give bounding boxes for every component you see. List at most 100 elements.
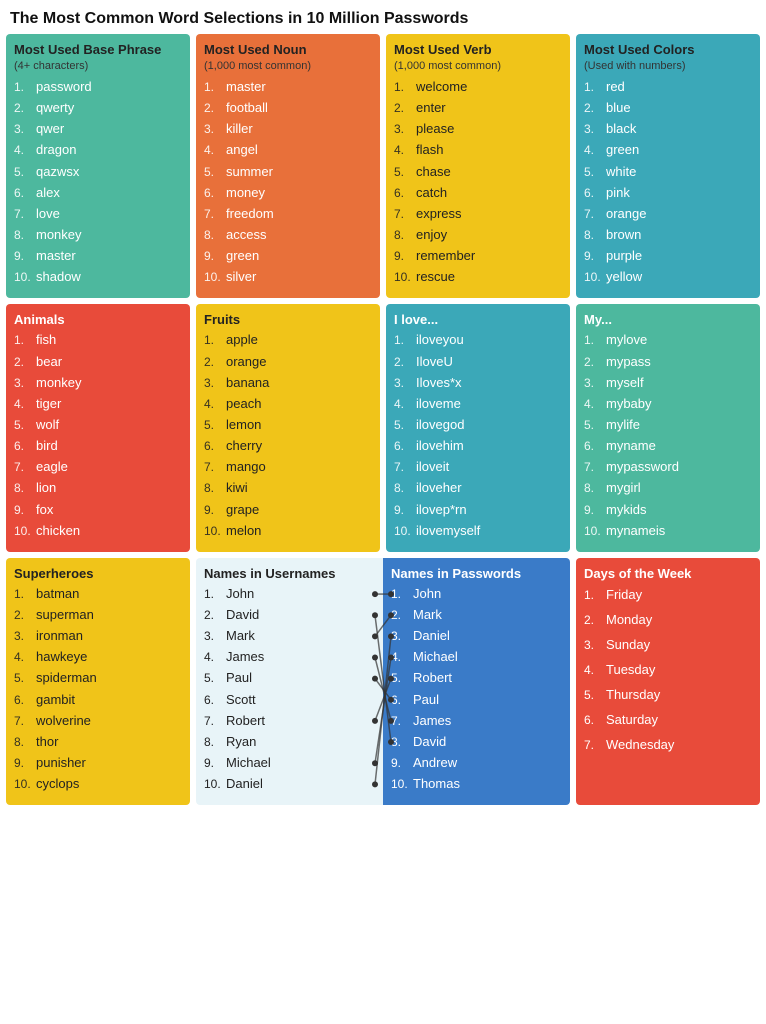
list-item-number: 4.: [584, 395, 606, 414]
list-item-word: bird: [36, 436, 58, 456]
list-item-number: 6.: [14, 437, 36, 456]
list-item-word: love: [36, 204, 60, 224]
list-item: 6.bird: [14, 436, 182, 456]
list-item-number: 5.: [204, 416, 226, 435]
fruits-title: Fruits: [204, 312, 372, 327]
list-item: 4.hawkeye: [14, 647, 182, 667]
list-item-number: 6.: [394, 437, 416, 456]
list-item-word: password: [36, 77, 92, 97]
list-item-word: mypass: [606, 352, 651, 372]
list-item: 3.Daniel: [391, 626, 562, 646]
list-item-word: dragon: [36, 140, 76, 160]
list-item-number: 1.: [14, 585, 36, 604]
list-item-number: 10.: [204, 268, 226, 287]
days-section: Days of the Week 1.Friday2.Monday3.Sunda…: [576, 558, 760, 805]
list-item: 7.mango: [204, 457, 372, 477]
list-item-number: 10.: [584, 268, 606, 287]
list-item-number: 7.: [584, 458, 606, 477]
list-item: 8.mygirl: [584, 478, 752, 498]
list-item: 2.Monday: [584, 609, 752, 631]
list-item: 7.Robert: [204, 711, 375, 731]
list-item: 10.silver: [204, 267, 372, 287]
list-item: 3.please: [394, 119, 562, 139]
list-item-word: iloveme: [416, 394, 461, 414]
animals-title: Animals: [14, 312, 182, 327]
list-item-word: mygirl: [606, 478, 641, 498]
list-item: 5.lemon: [204, 415, 372, 435]
list-item-number: 3.: [14, 374, 36, 393]
list-item-word: mylove: [606, 330, 647, 350]
list-item: 6.myname: [584, 436, 752, 456]
list-item: 2.qwerty: [14, 98, 182, 118]
superheroes-list: 1.batman2.superman3.ironman4.hawkeye5.sp…: [14, 584, 182, 794]
list-item: 5.Paul: [204, 668, 375, 688]
list-item: 5.Robert: [391, 668, 562, 688]
list-item: 7.express: [394, 204, 562, 224]
names-usernames-title: Names in Usernames: [204, 566, 375, 581]
list-item-word: thor: [36, 732, 58, 752]
list-item-number: 5.: [14, 669, 36, 688]
list-item-number: 6.: [14, 184, 36, 203]
list-item-number: 2.: [204, 99, 226, 118]
list-item-word: freedom: [226, 204, 274, 224]
list-item: 1.apple: [204, 330, 372, 350]
list-item-number: 9.: [394, 501, 416, 520]
list-item-word: catch: [416, 183, 447, 203]
list-item-number: 6.: [584, 437, 606, 456]
list-item: 7.freedom: [204, 204, 372, 224]
colors-section: Most Used Colors (Used with numbers) 1.r…: [576, 34, 760, 298]
list-item-number: 1.: [14, 331, 36, 350]
list-item-word: mylife: [606, 415, 640, 435]
list-item: 6.Scott: [204, 690, 375, 710]
noun-subtitle: (1,000 most common): [204, 60, 372, 72]
list-item-word: myself: [606, 373, 644, 393]
list-item: 6.Saturday: [584, 709, 752, 731]
list-item-word: cyclops: [36, 774, 79, 794]
list-item: 7.iloveit: [394, 457, 562, 477]
list-item-number: 6.: [584, 184, 606, 203]
list-item-word: hawkeye: [36, 647, 87, 667]
list-item-word: access: [226, 225, 266, 245]
list-item: 7.mypassword: [584, 457, 752, 477]
list-item: 2.David: [204, 605, 375, 625]
list-item: 1.mylove: [584, 330, 752, 350]
list-item: 5.Thursday: [584, 684, 752, 706]
list-item-word: white: [606, 162, 636, 182]
list-item-number: 1.: [14, 78, 36, 97]
list-item-number: 9.: [584, 247, 606, 266]
list-item: 7.eagle: [14, 457, 182, 477]
list-item: 6.catch: [394, 183, 562, 203]
list-item-number: 1.: [204, 331, 226, 350]
list-item-word: please: [416, 119, 454, 139]
list-item-word: red: [606, 77, 625, 97]
list-item: 5.ilovegod: [394, 415, 562, 435]
ilove-list: 1.iloveyou2.IloveU3.Iloves*x4.iloveme5.i…: [394, 330, 562, 540]
list-item: 3.monkey: [14, 373, 182, 393]
list-item-word: flash: [416, 140, 443, 160]
list-item-word: IloveU: [416, 352, 453, 372]
list-item: 5.white: [584, 162, 752, 182]
list-item-word: chicken: [36, 521, 80, 541]
list-item: 2.football: [204, 98, 372, 118]
list-item-word: superman: [36, 605, 94, 625]
list-item-word: green: [606, 140, 639, 160]
list-item: 1.John: [391, 584, 562, 604]
verb-section: Most Used Verb (1,000 most common) 1.wel…: [386, 34, 570, 298]
list-item: 5.mylife: [584, 415, 752, 435]
list-item-word: banana: [226, 373, 269, 393]
list-item-number: 10.: [394, 522, 416, 541]
list-item-number: 5.: [394, 416, 416, 435]
list-item-word: blue: [606, 98, 631, 118]
list-item: 4.peach: [204, 394, 372, 414]
list-item: 4.flash: [394, 140, 562, 160]
list-item-word: brown: [606, 225, 641, 245]
list-item-word: fish: [36, 330, 56, 350]
list-item-word: eagle: [36, 457, 68, 477]
list-item-number: 7.: [14, 205, 36, 224]
list-item-number: 6.: [204, 437, 226, 456]
list-item: 3.Iloves*x: [394, 373, 562, 393]
list-item: 10.Daniel: [204, 774, 375, 794]
list-item-number: 5.: [584, 416, 606, 435]
list-item-word: angel: [226, 140, 258, 160]
list-item: 9.Andrew: [391, 753, 562, 773]
